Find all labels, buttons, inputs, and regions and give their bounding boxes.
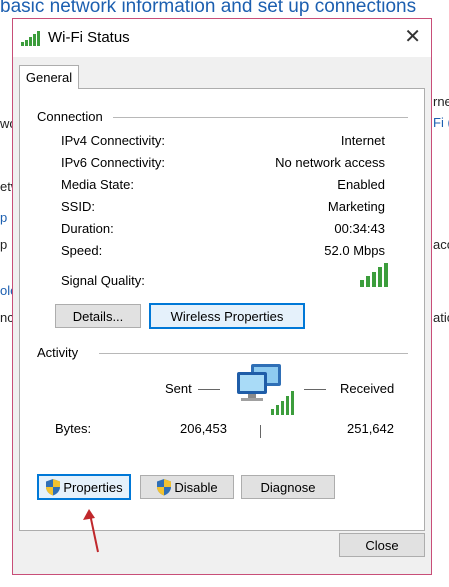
bg-fragment: acc [433, 237, 449, 252]
wireless-properties-button[interactable]: Wireless Properties [149, 303, 305, 329]
connection-divider [113, 117, 408, 118]
wifi-signal-icon [21, 31, 40, 46]
bg-fragment: p [0, 237, 8, 252]
speed-label: Speed: [61, 243, 103, 258]
received-label: Received [340, 381, 395, 396]
dialog-title: Wi-Fi Status [48, 29, 130, 46]
details-button[interactable]: Details... [55, 304, 141, 328]
activity-heading: Activity [37, 345, 79, 360]
bg-fragment: rne [433, 94, 449, 109]
properties-button-label: Properties [63, 479, 123, 495]
sent-label: Sent [165, 381, 192, 396]
media-state-value: Enabled [337, 177, 385, 192]
properties-button[interactable]: Properties [37, 474, 131, 500]
ipv6-label: IPv6 Connectivity: [61, 155, 166, 170]
ssid-value: Marketing [327, 199, 385, 214]
activity-separator [260, 425, 261, 438]
signal-quality-label: Signal Quality: [61, 273, 145, 288]
duration-label: Duration: [61, 221, 114, 236]
ipv4-value: Internet [340, 133, 385, 148]
background-header: basic network information and set up con… [0, 0, 417, 17]
close-button[interactable]: Close [339, 533, 425, 557]
bytes-sent-value: 206,453 [180, 421, 227, 436]
duration-value: 00:34:43 [334, 221, 385, 236]
bytes-received-value: 251,642 [347, 421, 394, 436]
close-icon[interactable]: ✕ [404, 25, 421, 49]
disable-button-label: Disable [174, 479, 218, 495]
disable-button[interactable]: Disable [140, 475, 234, 499]
uac-shield-icon [157, 479, 172, 496]
connection-heading: Connection [37, 109, 103, 124]
bg-fragment: atic [433, 310, 449, 325]
ipv4-label: IPv4 Connectivity: [61, 133, 166, 148]
signal-strength-icon [360, 263, 388, 287]
ipv6-value: No network access [275, 155, 385, 170]
general-panel: Connection IPv4 Connectivity: Internet I… [19, 88, 425, 531]
tab-general[interactable]: General [19, 65, 79, 89]
activity-divider [99, 353, 408, 354]
title-bar[interactable]: Wi-Fi Status ✕ [13, 19, 431, 57]
speed-value: 52.0 Mbps [324, 243, 385, 258]
ssid-label: SSID: [61, 199, 95, 214]
received-dash [304, 389, 326, 390]
media-state-label: Media State: [61, 177, 134, 192]
diagnose-button[interactable]: Diagnose [241, 475, 335, 499]
sent-dash [198, 389, 220, 390]
uac-shield-icon [46, 479, 61, 496]
wifi-status-dialog: Wi-Fi Status ✕ General Connection IPv4 C… [12, 18, 432, 575]
red-arrow-icon [83, 509, 99, 553]
network-computers-icon [237, 364, 294, 415]
bytes-label: Bytes: [55, 421, 92, 436]
bg-fragment-link[interactable]: Fi ( [433, 115, 449, 130]
bg-fragment-link[interactable]: p [0, 210, 7, 225]
